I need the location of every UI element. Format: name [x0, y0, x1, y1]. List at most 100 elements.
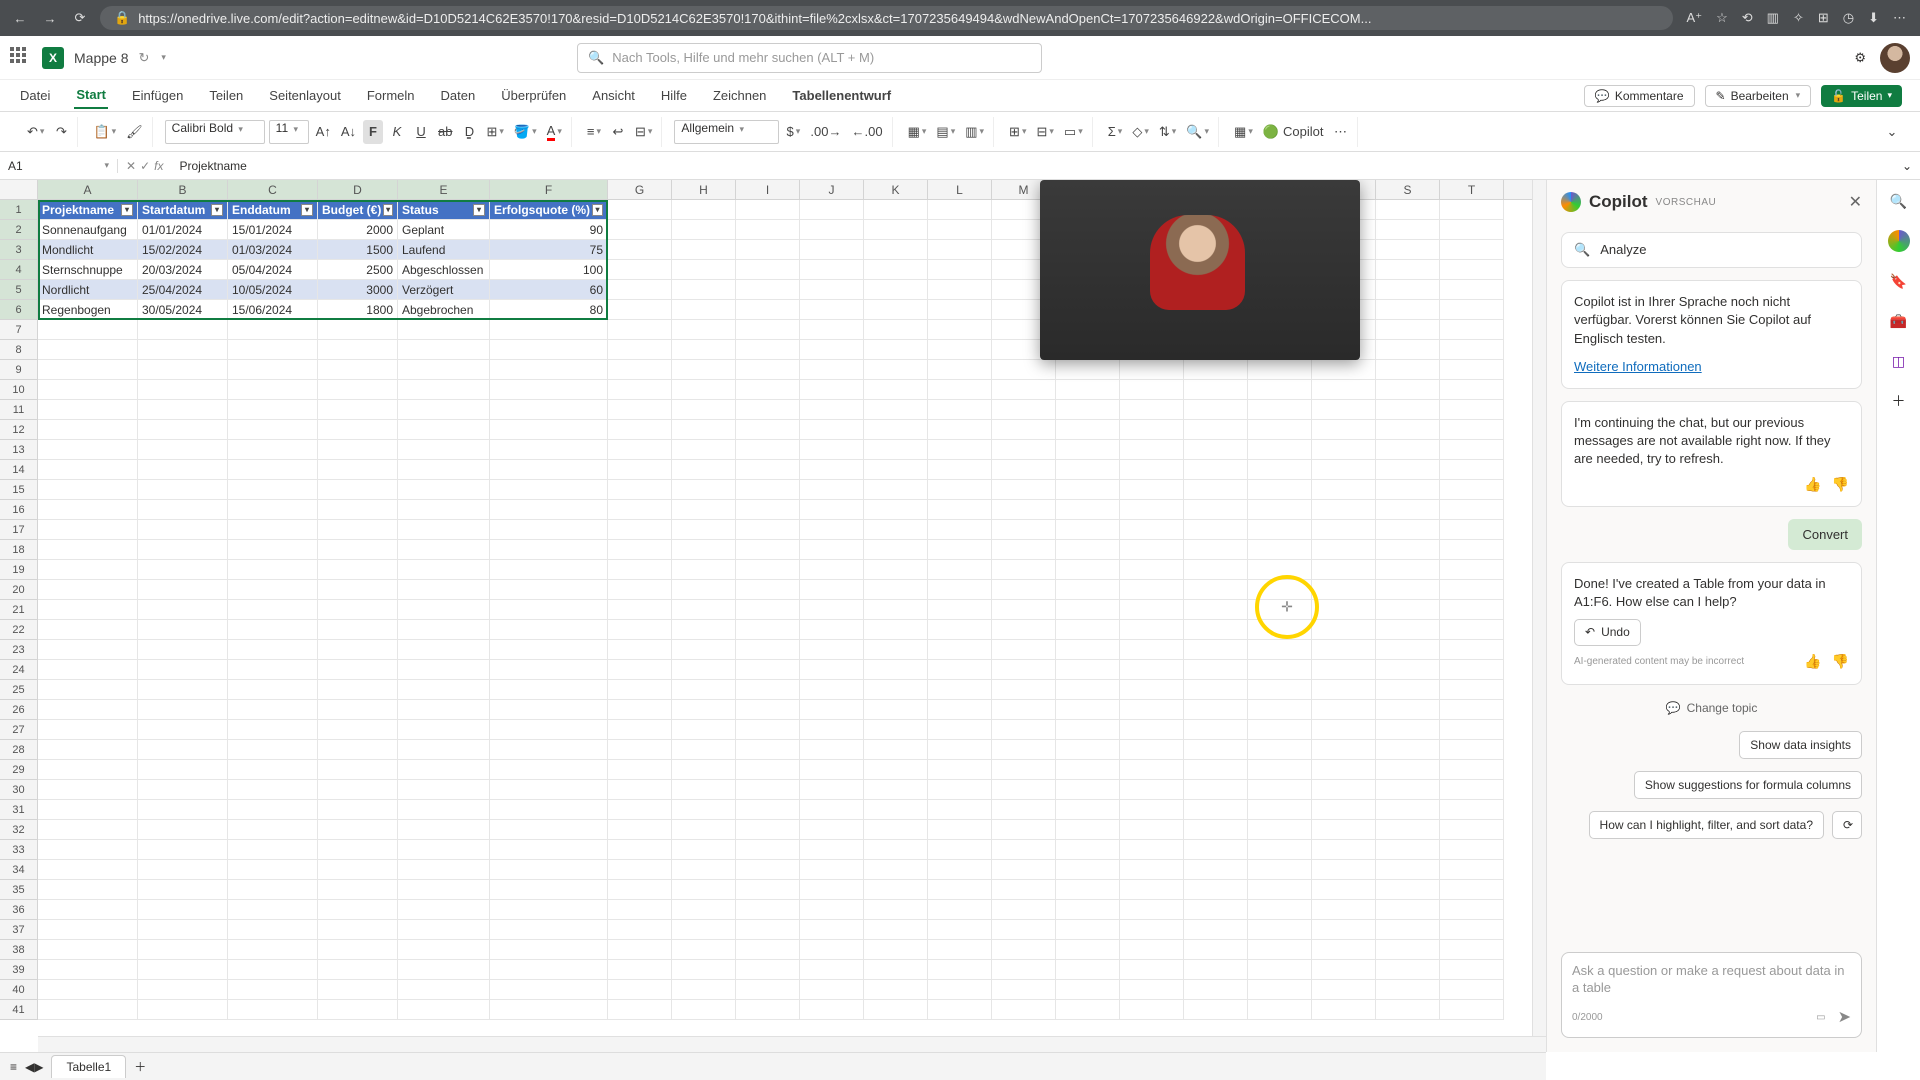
cell-M36[interactable]: [992, 900, 1056, 920]
analyze-data-button[interactable]: ▦▾: [1231, 120, 1256, 144]
tab-ueberpruefen[interactable]: Überprüfen: [499, 83, 568, 108]
cell-A16[interactable]: [38, 500, 138, 520]
cell-F3[interactable]: 75: [490, 240, 608, 260]
cell-K32[interactable]: [864, 820, 928, 840]
cell-O33[interactable]: [1120, 840, 1184, 860]
cell-J15[interactable]: [800, 480, 864, 500]
cell-L24[interactable]: [928, 660, 992, 680]
cell-O24[interactable]: [1120, 660, 1184, 680]
cell-J12[interactable]: [800, 420, 864, 440]
filter-button-E[interactable]: ▾: [473, 204, 485, 216]
cell-O40[interactable]: [1120, 980, 1184, 1000]
cell-H30[interactable]: [672, 780, 736, 800]
cell-G39[interactable]: [608, 960, 672, 980]
row-header-2[interactable]: 2: [0, 220, 38, 240]
cell-M20[interactable]: [992, 580, 1056, 600]
tab-seitenlayout[interactable]: Seitenlayout: [267, 83, 343, 108]
cell-A25[interactable]: [38, 680, 138, 700]
cell-C7[interactable]: [228, 320, 318, 340]
cell-E29[interactable]: [398, 760, 490, 780]
app-launcher-icon[interactable]: [10, 47, 32, 69]
cell-R35[interactable]: [1312, 880, 1376, 900]
cell-F41[interactable]: [490, 1000, 608, 1020]
cell-P15[interactable]: [1184, 480, 1248, 500]
cell-J35[interactable]: [800, 880, 864, 900]
cell-O31[interactable]: [1120, 800, 1184, 820]
cell-M34[interactable]: [992, 860, 1056, 880]
format-table-button[interactable]: ▤▾: [933, 120, 958, 144]
cell-A18[interactable]: [38, 540, 138, 560]
cell-C16[interactable]: [228, 500, 318, 520]
cell-E7[interactable]: [398, 320, 490, 340]
cell-M35[interactable]: [992, 880, 1056, 900]
cell-H15[interactable]: [672, 480, 736, 500]
cell-F24[interactable]: [490, 660, 608, 680]
cell-P39[interactable]: [1184, 960, 1248, 980]
cell-H36[interactable]: [672, 900, 736, 920]
cell-T31[interactable]: [1440, 800, 1504, 820]
cell-J6[interactable]: [800, 300, 864, 320]
cell-E8[interactable]: [398, 340, 490, 360]
cell-C40[interactable]: [228, 980, 318, 1000]
cell-P37[interactable]: [1184, 920, 1248, 940]
cell-G22[interactable]: [608, 620, 672, 640]
col-header-H[interactable]: H: [672, 180, 736, 199]
row-header-19[interactable]: 19: [0, 560, 38, 580]
cell-B34[interactable]: [138, 860, 228, 880]
cell-D9[interactable]: [318, 360, 398, 380]
align-button[interactable]: ≡▾: [584, 120, 604, 144]
cell-A34[interactable]: [38, 860, 138, 880]
cell-C26[interactable]: [228, 700, 318, 720]
cell-J40[interactable]: [800, 980, 864, 1000]
cell-J3[interactable]: [800, 240, 864, 260]
cell-I31[interactable]: [736, 800, 800, 820]
cancel-formula-icon[interactable]: ✕: [126, 159, 136, 173]
cell-D11[interactable]: [318, 400, 398, 420]
cell-P18[interactable]: [1184, 540, 1248, 560]
copilot-input[interactable]: Ask a question or make a request about d…: [1561, 952, 1862, 1038]
cell-L21[interactable]: [928, 600, 992, 620]
cell-L12[interactable]: [928, 420, 992, 440]
cell-L35[interactable]: [928, 880, 992, 900]
cell-K26[interactable]: [864, 700, 928, 720]
cell-T17[interactable]: [1440, 520, 1504, 540]
cell-F31[interactable]: [490, 800, 608, 820]
col-header-G[interactable]: G: [608, 180, 672, 199]
cell-F7[interactable]: [490, 320, 608, 340]
cell-A33[interactable]: [38, 840, 138, 860]
cell-S34[interactable]: [1376, 860, 1440, 880]
cell-N28[interactable]: [1056, 740, 1120, 760]
cell-B1[interactable]: Startdatum▾: [138, 200, 228, 220]
cell-S33[interactable]: [1376, 840, 1440, 860]
cell-D33[interactable]: [318, 840, 398, 860]
cell-B27[interactable]: [138, 720, 228, 740]
cell-G38[interactable]: [608, 940, 672, 960]
cell-N32[interactable]: [1056, 820, 1120, 840]
cell-T24[interactable]: [1440, 660, 1504, 680]
cell-P28[interactable]: [1184, 740, 1248, 760]
cell-B5[interactable]: 25/04/2024: [138, 280, 228, 300]
row-header-20[interactable]: 20: [0, 580, 38, 600]
cell-R9[interactable]: [1312, 360, 1376, 380]
cell-K21[interactable]: [864, 600, 928, 620]
cell-K23[interactable]: [864, 640, 928, 660]
tab-ansicht[interactable]: Ansicht: [590, 83, 637, 108]
cell-N26[interactable]: [1056, 700, 1120, 720]
cell-E26[interactable]: [398, 700, 490, 720]
cell-C28[interactable]: [228, 740, 318, 760]
cell-R21[interactable]: [1312, 600, 1376, 620]
cell-N37[interactable]: [1056, 920, 1120, 940]
cell-M12[interactable]: [992, 420, 1056, 440]
cell-E11[interactable]: [398, 400, 490, 420]
cell-D6[interactable]: 1800: [318, 300, 398, 320]
cell-R33[interactable]: [1312, 840, 1376, 860]
cell-S26[interactable]: [1376, 700, 1440, 720]
suggestion-formula[interactable]: Show suggestions for formula columns: [1634, 771, 1862, 799]
cell-F11[interactable]: [490, 400, 608, 420]
cell-P11[interactable]: [1184, 400, 1248, 420]
cell-F15[interactable]: [490, 480, 608, 500]
cell-S39[interactable]: [1376, 960, 1440, 980]
conditional-format-button[interactable]: ▦▾: [905, 120, 930, 144]
cell-J30[interactable]: [800, 780, 864, 800]
cell-Q40[interactable]: [1248, 980, 1312, 1000]
